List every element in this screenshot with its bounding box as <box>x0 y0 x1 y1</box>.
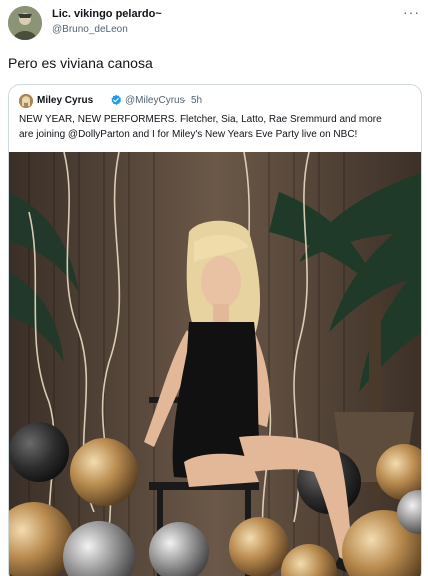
quoted-tweet-text: NEW YEAR, NEW PERFORMERS. Fletcher, Sia,… <box>19 112 415 142</box>
tweet-header: Lic. vikingo pelardo~ @Bruno_deLeon ··· <box>0 0 428 46</box>
quoted-text-line-2: are joining @DollyParton and I for Miley… <box>19 129 358 140</box>
more-options-icon[interactable]: ··· <box>403 4 420 20</box>
quoted-author-handle[interactable]: @MileyCyrus <box>125 95 185 106</box>
verified-badge-icon <box>111 94 122 105</box>
quoted-timestamp[interactable]: 5h <box>191 95 202 106</box>
quoted-text-line-1: NEW YEAR, NEW PERFORMERS. Fletcher, Sia,… <box>19 114 382 125</box>
quoted-media-photo[interactable] <box>9 152 421 576</box>
tweet-text: Pero es viviana canosa <box>8 55 153 71</box>
quoted-tweet[interactable]: Miley Cyrus @MileyCyrus · 5h NEW YEAR, N… <box>8 84 422 576</box>
quoted-author-name[interactable]: Miley Cyrus <box>37 95 93 106</box>
author-name[interactable]: Lic. vikingo pelardo~ <box>52 8 162 20</box>
photo-illustration <box>9 152 421 576</box>
author-avatar[interactable] <box>8 6 42 40</box>
quoted-author-avatar[interactable] <box>19 94 33 108</box>
separator-dot: · <box>183 95 187 106</box>
author-handle[interactable]: @Bruno_deLeon <box>52 24 128 35</box>
